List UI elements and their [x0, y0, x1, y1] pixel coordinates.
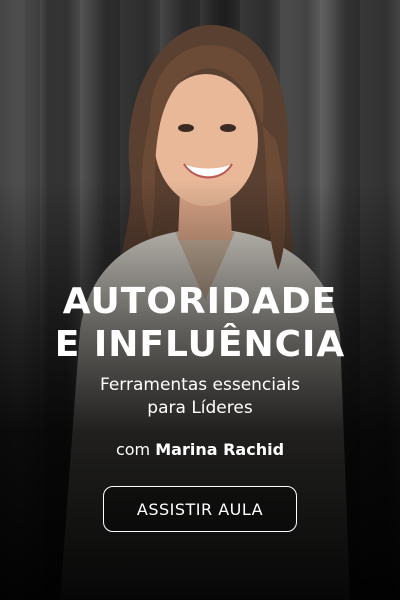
watch-lesson-button[interactable]: ASSISTIR AULA — [103, 486, 297, 532]
lesson-card: AUTORIDADE E INFLUÊNCIA Ferramentas esse… — [0, 0, 400, 600]
title-line-1: AUTORIDADE — [62, 281, 338, 322]
subtitle-line-1: Ferramentas essenciais — [99, 375, 300, 395]
presenter-prefix: com — [115, 440, 151, 459]
presenter-name: Marina Rachid — [155, 440, 285, 459]
lesson-subtitle: Ferramentas essenciais para Líderes — [50, 374, 350, 420]
presenter-credit: com Marina Rachid — [0, 440, 400, 460]
hero-content: AUTORIDADE E INFLUÊNCIA Ferramentas esse… — [0, 280, 400, 532]
title-line-2: E INFLUÊNCIA — [54, 324, 346, 365]
subtitle-line-2: para Líderes — [147, 398, 253, 418]
lesson-title: AUTORIDADE E INFLUÊNCIA — [0, 280, 400, 366]
